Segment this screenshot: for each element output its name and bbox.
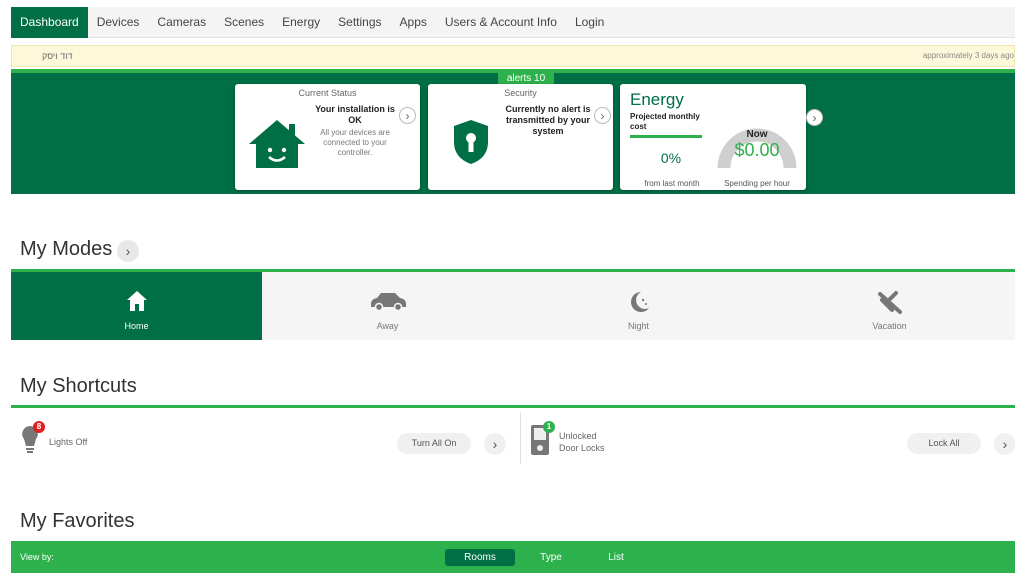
shortcuts-divider (11, 405, 1015, 408)
mode-vacation-label: Vacation (872, 321, 907, 331)
airplane-icon (876, 290, 904, 321)
status-band: alerts 10 Current Status Your installati… (11, 69, 1015, 194)
gauge-now-label: Now (746, 129, 768, 140)
lights-badge: 8 (33, 421, 45, 433)
lights-chevron-right-icon[interactable]: › (484, 433, 506, 455)
gauge-now-value: $0.00 (734, 140, 780, 160)
energy-chevron-right-icon[interactable]: › (806, 109, 823, 126)
security-headline: Currently no alert is transmitted by you… (505, 104, 591, 136)
mode-away-label: Away (376, 321, 399, 331)
notice-bar: דוד ויסק approximately 3 days ago (11, 45, 1015, 67)
security-card-title: Security (504, 88, 537, 98)
mode-home-label: Home (124, 321, 149, 331)
modes-title: My Modes (20, 238, 113, 260)
shield-lock-icon (452, 118, 490, 171)
top-nav: Dashboard Devices Cameras Scenes Energy … (11, 6, 1015, 38)
mode-night-label: Night (627, 321, 649, 331)
lock-all-button[interactable]: Lock All (907, 433, 981, 454)
home-icon (126, 290, 148, 317)
moon-icon (627, 290, 651, 319)
tab-type[interactable]: Type (531, 549, 571, 566)
nav-cameras[interactable]: Cameras (148, 7, 215, 38)
tab-list[interactable]: List (601, 549, 631, 566)
locks-label-line1: Unlocked (559, 431, 597, 441)
nav-apps[interactable]: Apps (391, 7, 436, 38)
locks-badge: 1 (543, 421, 555, 433)
energy-from-label: from last month (644, 179, 700, 188)
locks-label-line2: Door Locks (559, 443, 605, 453)
favorites-bar: View by: Rooms Type List (11, 541, 1015, 573)
view-by-label: View by: (20, 552, 54, 562)
car-icon (368, 290, 408, 317)
status-subtext: All your devices are connected to your c… (320, 128, 390, 157)
notice-timestamp: approximately 3 days ago (922, 51, 1014, 60)
lights-label: Lights Off (49, 437, 88, 447)
house-smile-icon (247, 118, 307, 175)
nav-dashboard[interactable]: Dashboard (11, 6, 88, 38)
mode-away[interactable]: Away (262, 272, 513, 340)
security-card[interactable]: Security Currently no alert is transmitt… (428, 84, 613, 190)
shortcuts-separator (520, 412, 521, 464)
mode-vacation[interactable]: Vacation (764, 272, 1015, 340)
energy-projected-label: Projected monthly cost (630, 112, 700, 131)
nav-login[interactable]: Login (566, 7, 613, 38)
favorites-title: My Favorites (20, 510, 135, 532)
turn-all-on-button[interactable]: Turn All On (397, 433, 471, 454)
notice-user: דוד ויסק (42, 51, 73, 61)
status-card-title: Current Status (298, 88, 357, 98)
energy-divider (630, 135, 702, 138)
mode-night[interactable]: Night (513, 272, 764, 340)
nav-energy[interactable]: Energy (273, 7, 329, 38)
energy-card[interactable]: Energy Projected monthly cost 0% from la… (620, 84, 806, 190)
energy-percent: 0% (660, 150, 682, 166)
nav-scenes[interactable]: Scenes (215, 7, 273, 38)
tab-rooms[interactable]: Rooms (445, 549, 515, 566)
gauge-spending-label: Spending per hour (724, 179, 790, 188)
status-headline: Your installation is OK (315, 104, 395, 125)
energy-title: Energy (630, 90, 684, 109)
current-status-card[interactable]: Current Status Your installation is OK A… (235, 84, 420, 190)
status-chevron-right-icon[interactable]: › (399, 107, 416, 124)
locks-chevron-right-icon[interactable]: › (994, 433, 1015, 455)
security-chevron-right-icon[interactable]: › (594, 107, 611, 124)
nav-users-account[interactable]: Users & Account Info (436, 7, 566, 38)
nav-devices[interactable]: Devices (88, 7, 149, 38)
nav-settings[interactable]: Settings (329, 7, 390, 38)
modes-chevron-right-icon[interactable]: › (117, 240, 139, 262)
shortcuts-title: My Shortcuts (20, 375, 137, 397)
mode-home[interactable]: Home (11, 272, 262, 340)
locks-label: Unlocked Door Locks (559, 430, 605, 454)
modes-bar: Home Away Night Vacation (11, 269, 1015, 340)
